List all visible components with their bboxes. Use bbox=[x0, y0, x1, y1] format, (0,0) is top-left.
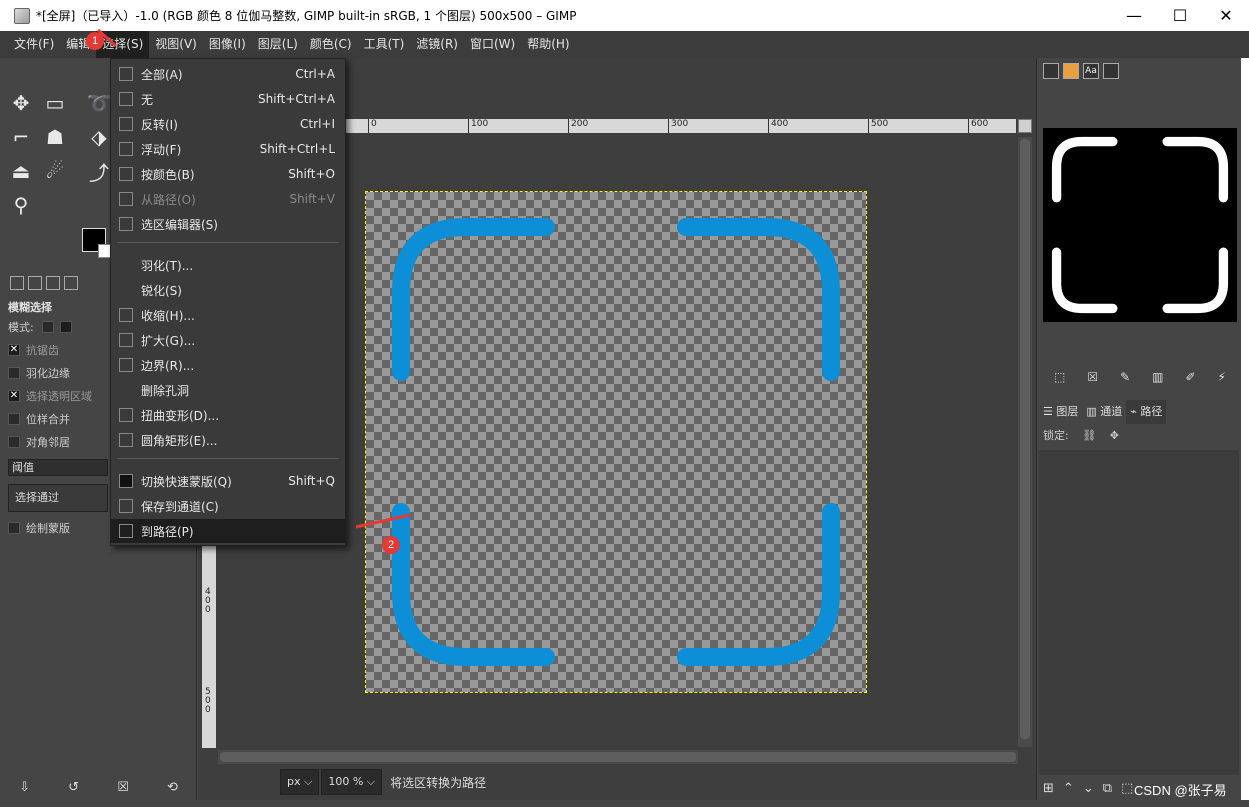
csdn-watermark: CSDN @张子易 bbox=[1134, 783, 1227, 798]
annotation-arrows bbox=[97, 28, 411, 529]
step-badge-2: 2 bbox=[382, 536, 400, 554]
arrow-2 bbox=[355, 513, 411, 529]
step-badge-1: 1 bbox=[86, 32, 104, 50]
